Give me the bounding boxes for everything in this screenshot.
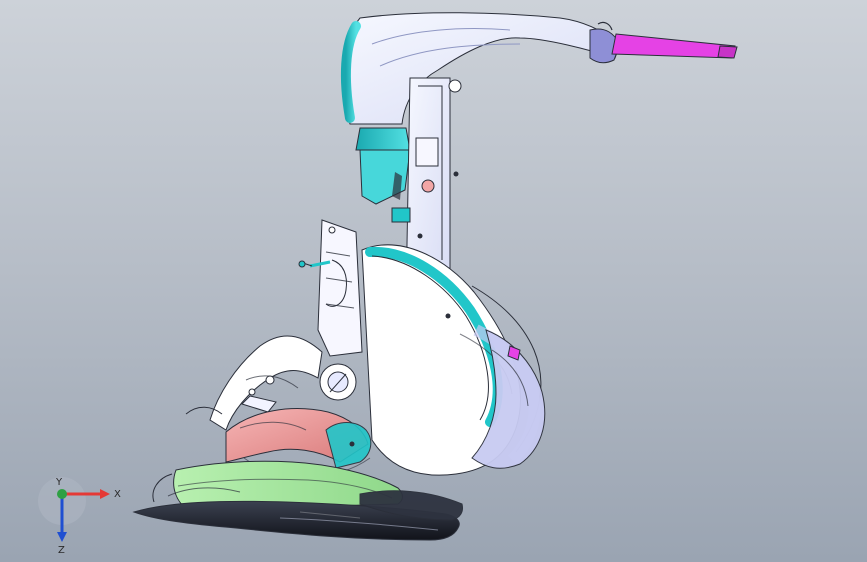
y-axis-label: Y — [55, 477, 63, 488]
x-axis-label: X — [114, 489, 121, 500]
z-axis-arrow — [57, 532, 67, 542]
axis-triad: X Y Z — [38, 477, 121, 556]
upper-duct[interactable] — [340, 12, 621, 205]
magenta-end-pipe[interactable] — [589, 21, 738, 64]
cad-viewport[interactable]: X Y Z — [0, 0, 867, 562]
x-axis-arrow — [100, 489, 110, 499]
y-axis-dot — [57, 489, 67, 499]
z-axis-label: Z — [58, 545, 65, 556]
